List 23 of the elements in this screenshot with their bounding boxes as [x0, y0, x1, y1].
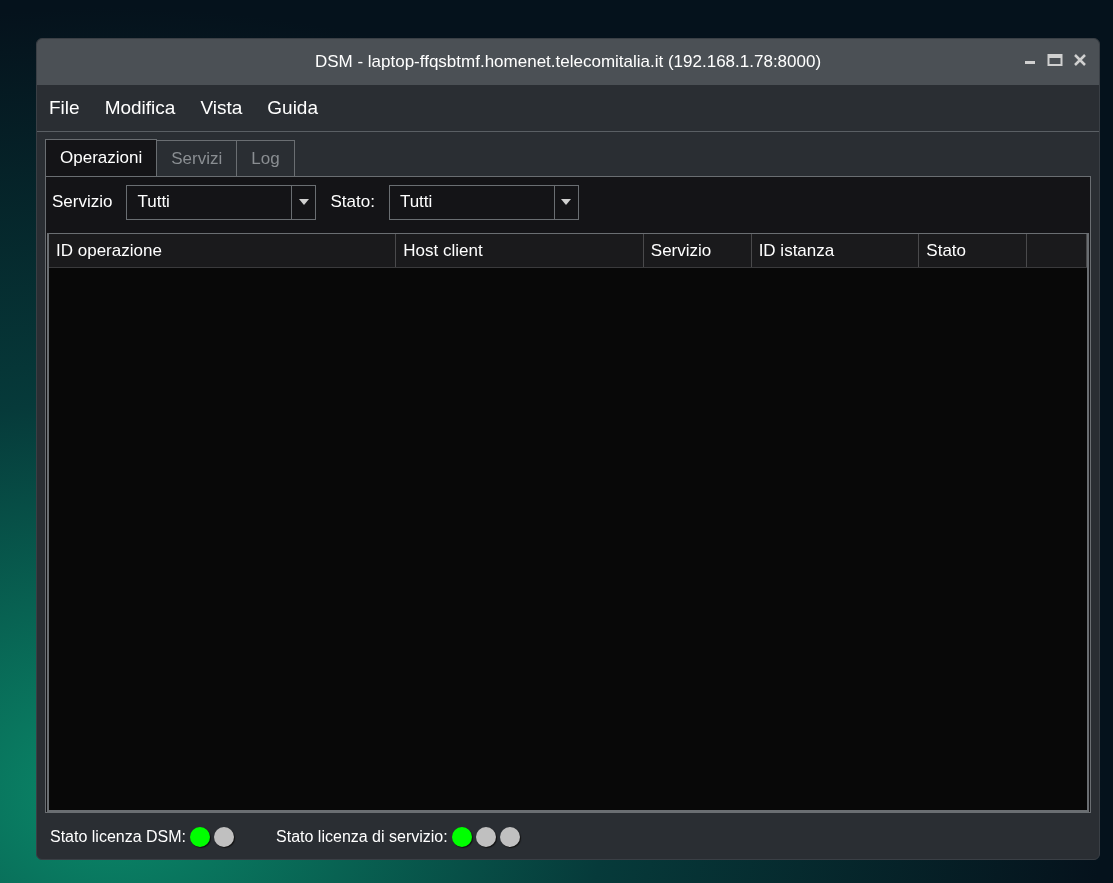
menu-item[interactable]: Vista — [200, 93, 243, 123]
maximize-icon[interactable] — [1047, 53, 1063, 67]
filter-label: Servizio — [52, 191, 113, 214]
status-label: Stato licenza DSM: — [50, 827, 187, 847]
column-header[interactable]: Host client — [396, 234, 644, 267]
filter-label: Stato: — [330, 191, 375, 214]
menu-item[interactable]: File — [49, 93, 80, 123]
close-icon[interactable] — [1073, 53, 1087, 67]
column-header[interactable]: ID istanza — [751, 234, 920, 267]
menu-item[interactable]: Guida — [267, 93, 318, 123]
column-header[interactable]: ID operazione — [49, 234, 397, 267]
filter-dropdown[interactable]: Tutti — [126, 184, 317, 220]
column-header[interactable]: Servizio — [643, 234, 752, 267]
column-header[interactable]: Stato — [919, 234, 1028, 267]
tab[interactable]: Servizi — [157, 140, 238, 176]
status-label: Stato licenza di servizio: — [276, 827, 448, 847]
caret-icon — [298, 199, 309, 205]
filter-dropdown[interactable]: Tutti — [388, 184, 579, 220]
tab[interactable]: Log — [237, 140, 295, 176]
caret-icon — [561, 199, 572, 205]
menu-item[interactable]: Modifica — [104, 93, 176, 123]
window-title: DSM - laptop-ffqsbtmf.homenet.telecomitalia.it (192.168.1.78:8000) — [314, 51, 822, 74]
tab[interactable]: Operazioni — [45, 139, 158, 176]
